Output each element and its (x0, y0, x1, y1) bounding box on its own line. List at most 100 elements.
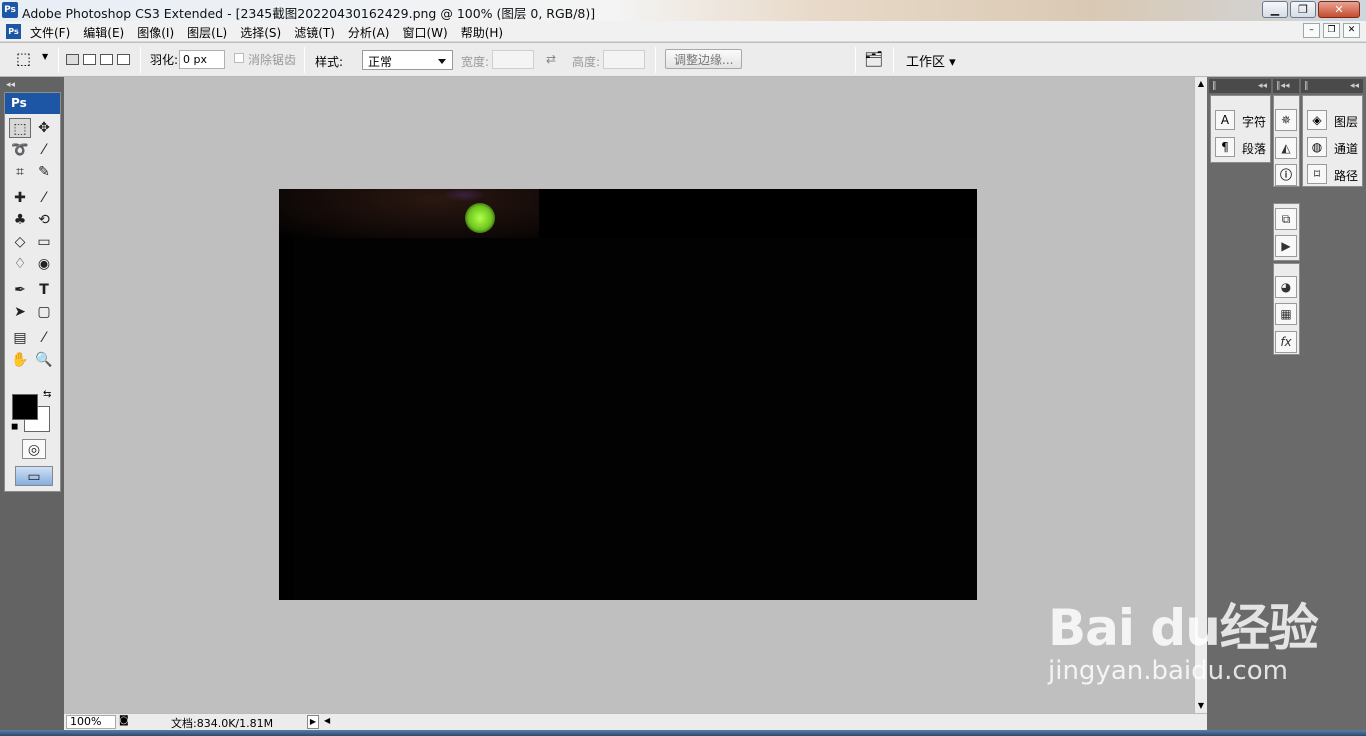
shape-tool-icon[interactable]: ▢ (33, 302, 55, 322)
move-tool-icon[interactable]: ✥ (33, 118, 55, 138)
menu-image[interactable]: 图像(I) (137, 24, 174, 41)
image-warm-glow (279, 189, 539, 239)
menu-edit[interactable]: 编辑(E) (83, 24, 124, 41)
panel-paragraph-label: 段落 (1242, 142, 1267, 156)
antialias-checkbox[interactable] (234, 53, 244, 63)
document-size-info: 文档:834.0K/1.81M (171, 717, 274, 730)
new-selection-icon[interactable] (66, 54, 79, 65)
default-colors-icon[interactable]: ◼ (11, 422, 18, 432)
marquee-preset-icon[interactable]: ⬚ (16, 49, 31, 68)
doc-close-icon[interactable]: ✕ (1343, 23, 1360, 38)
eyedropper-tool-icon[interactable]: ⁄ (33, 328, 55, 348)
menu-analysis[interactable]: 分析(A) (348, 24, 390, 41)
panel-dock-header[interactable]: ‖ ◂◂ (1209, 79, 1271, 93)
navigator-panel-icon[interactable]: ✵ (1275, 109, 1297, 131)
width-input[interactable] (492, 50, 534, 69)
zoom-level-field[interactable]: 100% (66, 715, 116, 729)
menu-layer[interactable]: 图层(L) (187, 24, 227, 41)
workspace-button[interactable]: 工作区 ▾ (906, 51, 956, 70)
eraser-tool-icon[interactable]: ◇ (9, 232, 31, 252)
divider (58, 47, 59, 73)
status-menu-arrow-icon[interactable]: ▶ (307, 715, 319, 729)
crop-tool-icon[interactable]: ⌗ (9, 162, 31, 182)
maximize-icon[interactable]: ❐ (1290, 1, 1316, 18)
quick-mask-icon[interactable]: ◎ (22, 439, 46, 459)
panel-group-swatches: ◕ ▦ fx (1273, 263, 1300, 355)
add-selection-icon[interactable] (83, 54, 96, 65)
divider (855, 47, 856, 73)
panel-group-history: ⧉ ▶ (1273, 203, 1300, 261)
height-input[interactable] (603, 50, 645, 69)
swap-colors-icon[interactable]: ⇆ (43, 389, 51, 400)
menu-bar: Ps 文件(F) 编辑(E) 图像(I) 图层(L) 选择(S) 滤镜(T) 分… (0, 21, 1366, 42)
type-tool-icon[interactable]: T (33, 280, 55, 300)
image-dark-region (293, 238, 977, 600)
scroll-left-icon[interactable]: ◀ (324, 716, 330, 725)
preset-dropdown-icon[interactable]: ▼ (42, 52, 48, 61)
zoom-tool-icon[interactable]: 🔍 (33, 350, 55, 370)
path-selection-tool-icon[interactable]: ➤ (9, 302, 31, 322)
menu-select[interactable]: 选择(S) (240, 24, 281, 41)
pen-tool-icon[interactable]: ✒ (9, 280, 31, 300)
panel-character-label: 字符 (1242, 115, 1267, 129)
color-panel-icon[interactable]: ◕ (1275, 276, 1297, 298)
subtract-selection-icon[interactable] (100, 54, 113, 65)
collapse-toolbox-icon[interactable]: ◂◂ (6, 80, 15, 90)
foreground-color-swatch[interactable] (12, 394, 38, 420)
image-purple-bokeh (444, 189, 484, 201)
canvas-area[interactable] (64, 77, 1194, 713)
healing-brush-tool-icon[interactable]: ✚ (9, 188, 31, 208)
scroll-up-icon[interactable]: ▲ (1195, 77, 1207, 91)
dodge-tool-icon[interactable]: ◉ (33, 254, 55, 274)
style-select[interactable]: 正常 (362, 50, 453, 70)
ps-app-icon: Ps (2, 2, 18, 18)
styles-panel-icon[interactable]: fx (1275, 331, 1297, 353)
slice-tool-icon[interactable]: ✎ (33, 162, 55, 182)
lasso-tool-icon[interactable]: ➰ (9, 140, 31, 160)
histogram-panel-icon[interactable]: ◭ (1275, 137, 1297, 159)
divider (304, 47, 305, 73)
screen-mode-icon[interactable]: ▭ (15, 466, 53, 486)
info-panel-icon[interactable]: ⓘ (1275, 164, 1297, 186)
document-image[interactable] (279, 189, 977, 600)
window-controls: ▁ ❐ ✕ (1260, 1, 1360, 18)
panel-dock-header[interactable]: ‖ ◂◂ (1301, 79, 1363, 93)
brush-tool-icon[interactable]: ⁄ (33, 188, 55, 208)
swap-dimensions-icon[interactable]: ⇄ (546, 52, 556, 66)
options-bar: ⬚ ▼ 羽化: 0 px 消除锯齿 样式: 正常 宽度: ⇄ 高度: 调整边缘.… (0, 43, 1366, 77)
watermark-url: jingyan.baidu.com (1048, 656, 1288, 686)
panel-dock-header[interactable]: ‖◂◂ (1273, 79, 1299, 93)
windows-taskbar[interactable] (0, 730, 1366, 736)
blur-tool-icon[interactable]: ♢ (9, 254, 31, 274)
left-dock: ◂◂ Ps ⬚ ✥ ➰ ⁄ ⌗ ✎ ✚ ⁄ ♣ ⟲ ◇ ▭ ♢ ◉ ✒ T ➤ … (0, 77, 64, 730)
feather-input[interactable]: 0 px (179, 50, 225, 69)
menu-file[interactable]: 文件(F) (30, 24, 70, 41)
paths-panel-icon: ⌑ (1307, 164, 1327, 184)
image-green-bokeh (465, 203, 495, 233)
history-panel-icon[interactable]: ⧉ (1275, 208, 1297, 230)
clone-stamp-tool-icon[interactable]: ♣ (9, 210, 31, 230)
magic-wand-tool-icon[interactable]: ⁄ (33, 140, 55, 160)
bridge-icon[interactable]: 🗂 (864, 50, 883, 68)
refine-edge-button[interactable]: 调整边缘... (665, 49, 743, 69)
ps-document-icon[interactable]: Ps (6, 24, 21, 39)
history-brush-tool-icon[interactable]: ⟲ (33, 210, 55, 230)
close-icon[interactable]: ✕ (1318, 1, 1360, 18)
scroll-down-icon[interactable]: ▼ (1195, 699, 1207, 713)
rectangular-marquee-tool-icon[interactable]: ⬚ (9, 118, 31, 138)
intersect-selection-icon[interactable] (117, 54, 130, 65)
channels-panel-icon: ◍ (1307, 137, 1327, 157)
menu-help[interactable]: 帮助(H) (461, 24, 503, 41)
antialias-label: 消除锯齿 (248, 53, 297, 67)
doc-restore-icon[interactable]: ❐ (1323, 23, 1340, 38)
minimize-icon[interactable]: ▁ (1262, 1, 1288, 18)
doc-minimize-icon[interactable]: – (1303, 23, 1320, 38)
swatches-panel-icon[interactable]: ▦ (1275, 303, 1297, 325)
menu-filter[interactable]: 滤镜(T) (294, 24, 335, 41)
status-preview-icon[interactable]: ◙ (119, 715, 129, 726)
actions-panel-icon[interactable]: ▶ (1275, 235, 1297, 257)
menu-window[interactable]: 窗口(W) (402, 24, 447, 41)
notes-tool-icon[interactable]: ▤ (9, 328, 31, 348)
hand-tool-icon[interactable]: ✋ (9, 350, 31, 370)
gradient-tool-icon[interactable]: ▭ (33, 232, 55, 252)
